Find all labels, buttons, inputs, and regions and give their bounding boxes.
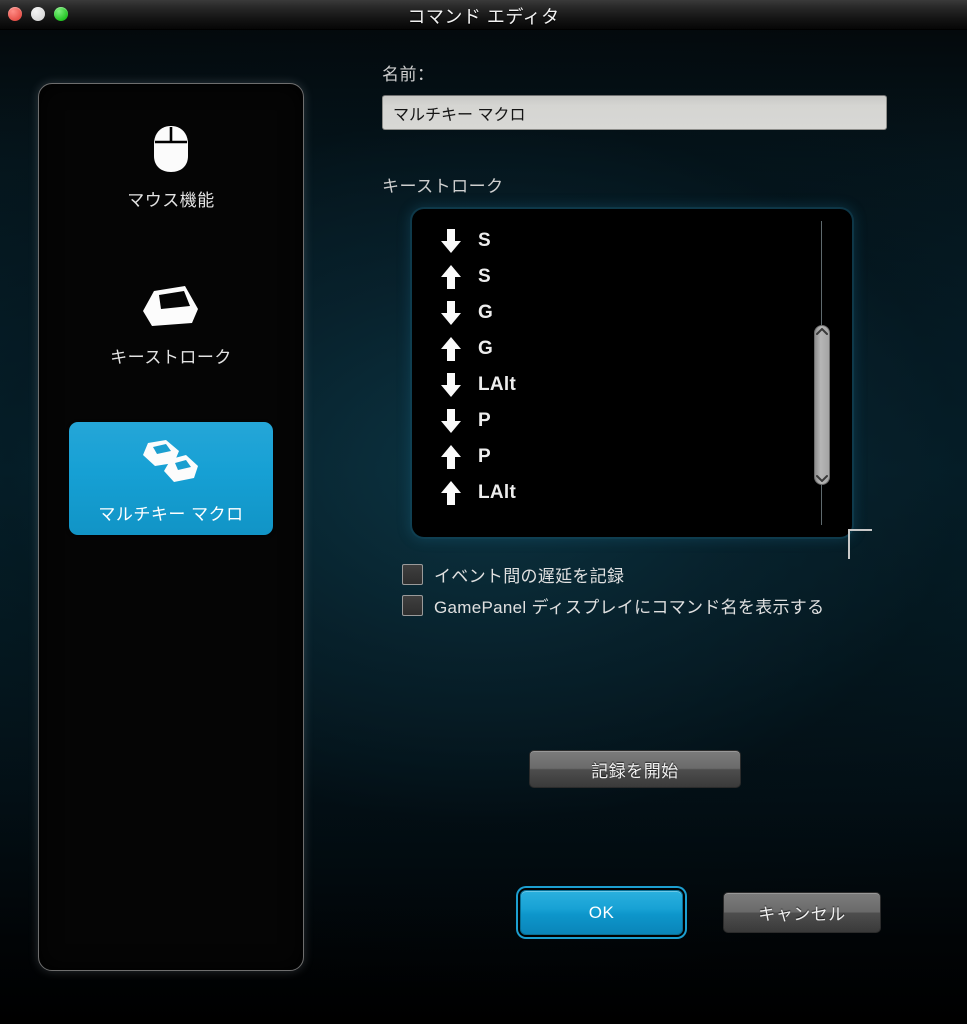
keystroke-row[interactable]: LAlt xyxy=(434,475,852,511)
sidebar-item-label: マルチキー マクロ xyxy=(98,505,244,524)
sidebar: マウス機能 キーストローク マルチキー マクロ xyxy=(38,83,304,971)
main-pane: 名前： キーストローク S S xyxy=(340,60,940,621)
command-editor-window: コマンド エディタ マウス機能 キーストローク マルチキー マクロ 名前： マル… xyxy=(0,0,967,1024)
keystroke-row[interactable]: S xyxy=(434,223,852,259)
title-bar: コマンド エディタ xyxy=(0,0,967,30)
checkbox-row-record-delay[interactable]: イベント間の遅延を記録 xyxy=(402,559,940,590)
keystroke-key-label: LAlt xyxy=(478,374,517,395)
options-group: イベント間の遅延を記録 GamePanel ディスプレイにコマンド名を表示する xyxy=(402,559,940,621)
keystroke-key-label: P xyxy=(478,410,491,431)
keystroke-key-label: LAlt xyxy=(478,482,517,503)
sidebar-item-label: キーストローク xyxy=(110,348,232,367)
window-title: コマンド エディタ xyxy=(407,7,560,27)
checkbox-record-delay[interactable] xyxy=(402,564,423,585)
cancel-button[interactable]: キャンセル xyxy=(723,892,881,933)
keystroke-row[interactable]: LAlt xyxy=(434,367,852,403)
arrow-up-icon xyxy=(434,264,468,290)
keycap-icon xyxy=(73,277,269,335)
keystroke-key-label: G xyxy=(478,338,494,359)
checkbox-row-gamepanel-display[interactable]: GamePanel ディスプレイにコマンド名を表示する xyxy=(402,590,940,621)
keystroke-key-label: S xyxy=(478,230,491,251)
keystroke-row[interactable]: P xyxy=(434,403,852,439)
name-field-label: 名前： xyxy=(382,65,435,84)
multi-keycap-icon xyxy=(73,434,269,492)
sidebar-item-keystroke[interactable]: キーストローク xyxy=(69,265,273,378)
keystroke-list[interactable]: S S G G LAlt P P LAlt xyxy=(412,209,852,537)
keystroke-key-label: G xyxy=(478,302,494,323)
chevron-down-icon xyxy=(816,475,828,482)
keystroke-row[interactable]: G xyxy=(434,331,852,367)
arrow-up-icon xyxy=(434,480,468,506)
keystroke-row[interactable]: S xyxy=(434,259,852,295)
sidebar-item-multikey-macro[interactable]: マルチキー マクロ xyxy=(69,422,273,535)
arrow-up-icon xyxy=(434,336,468,362)
command-name-input[interactable] xyxy=(382,95,887,130)
arrow-down-icon xyxy=(434,228,468,254)
ok-button[interactable]: OK xyxy=(520,890,683,935)
keystroke-key-label: S xyxy=(478,266,491,287)
arrow-down-icon xyxy=(434,372,468,398)
start-record-button[interactable]: 記録を開始 xyxy=(529,750,741,788)
sidebar-item-mouse-function[interactable]: マウス機能 xyxy=(69,108,273,221)
resize-corner-marker[interactable] xyxy=(848,529,872,559)
keystroke-list-wrapper: S S G G LAlt P P LAlt xyxy=(412,209,872,559)
arrow-down-icon xyxy=(434,408,468,434)
checkbox-label: GamePanel ディスプレイにコマンド名を表示する xyxy=(434,598,825,617)
checkbox-gamepanel-display[interactable] xyxy=(402,595,423,616)
arrow-up-icon xyxy=(434,444,468,470)
arrow-down-icon xyxy=(434,300,468,326)
keystroke-key-label: P xyxy=(478,446,491,467)
sidebar-item-label: マウス機能 xyxy=(127,191,215,210)
scrollbar-thumb[interactable] xyxy=(814,325,830,485)
keystroke-row[interactable]: G xyxy=(434,295,852,331)
keystroke-section-label: キーストローク xyxy=(382,177,504,196)
mouse-icon xyxy=(73,120,269,178)
keystroke-row[interactable]: P xyxy=(434,439,852,475)
keystroke-list-scrollbar[interactable] xyxy=(814,221,830,525)
checkbox-label: イベント間の遅延を記録 xyxy=(434,567,625,586)
chevron-up-icon xyxy=(816,328,828,335)
